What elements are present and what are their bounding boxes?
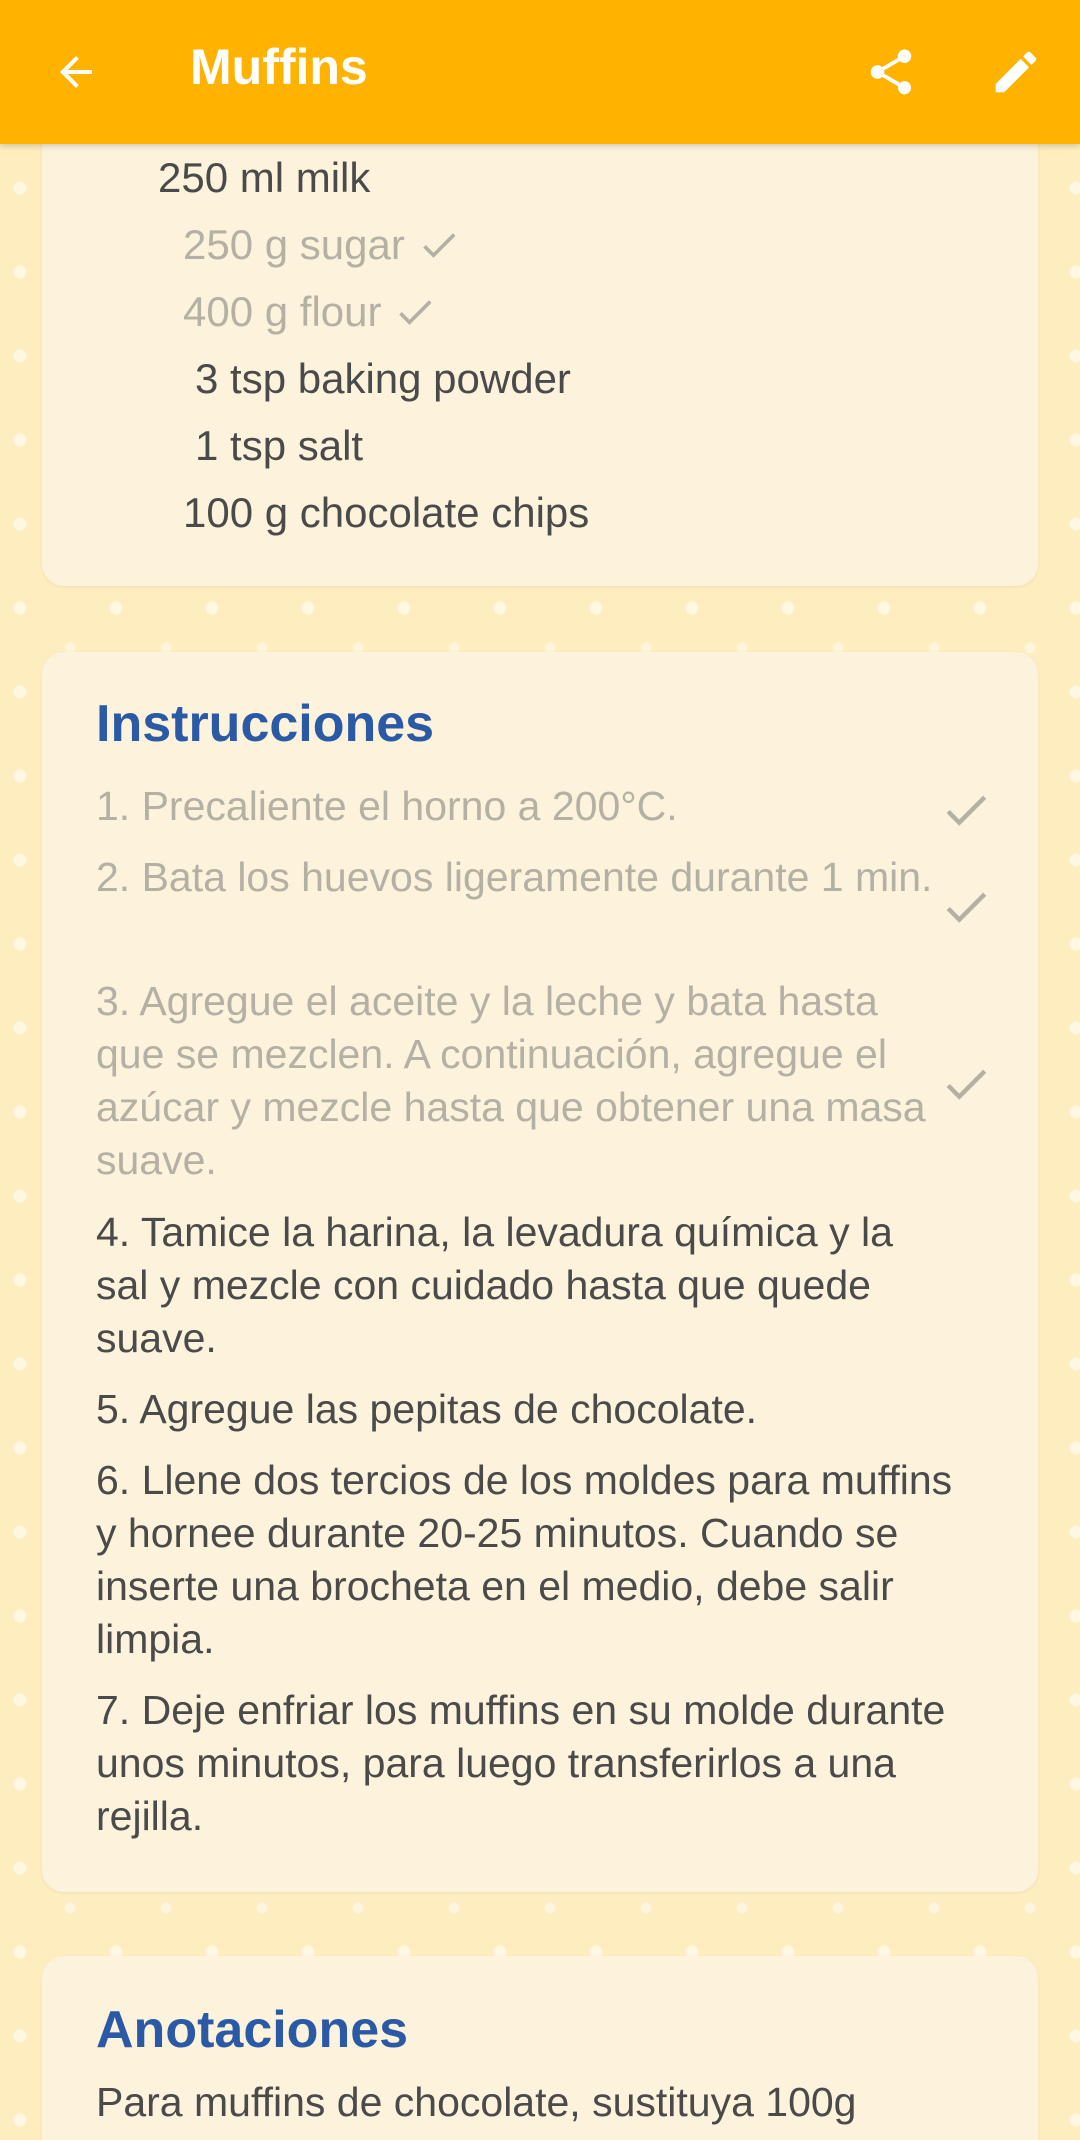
check-icon xyxy=(393,290,437,334)
instruction-step[interactable]: 4. Tamice la harina, la levadura química… xyxy=(96,1206,956,1365)
check-icon xyxy=(417,223,461,267)
check-icon xyxy=(938,782,994,838)
app-bar: Muffins xyxy=(0,0,1080,144)
ingredient-label: 250 ml milk xyxy=(158,154,371,201)
instruction-step[interactable]: 3. Agregue el aceite y la leche y bata h… xyxy=(96,975,956,1187)
ingredient-label: 250 g sugar xyxy=(183,221,405,268)
instruction-step[interactable]: 1. Precaliente el horno a 200°C. xyxy=(96,780,956,833)
instruction-step[interactable]: 5. Agregue las pepitas de chocolate. xyxy=(96,1383,956,1436)
page-title: Muffins xyxy=(190,39,368,95)
ingredients-card: 250 ml milk 250 g sugar 400 g flour 3 ts… xyxy=(42,120,1038,586)
ingredient-label: 400 g flour xyxy=(183,288,382,335)
instruction-step[interactable]: 2. Bata los huevos ligeramente durante 1… xyxy=(96,851,956,904)
notes-title: Anotaciones xyxy=(96,2001,409,2059)
edit-button[interactable] xyxy=(980,36,1052,108)
ingredient-item[interactable]: 100 g chocolate chips xyxy=(183,489,589,537)
pencil-icon xyxy=(995,51,1037,93)
ingredient-item[interactable]: 3 tsp baking powder xyxy=(195,355,571,403)
arrow-back-icon xyxy=(60,56,92,88)
share-icon xyxy=(870,49,912,95)
back-button[interactable] xyxy=(44,40,108,104)
share-button[interactable] xyxy=(855,36,927,108)
ingredient-item[interactable]: 250 ml milk xyxy=(158,154,370,202)
notes-text: Para muffins de chocolate, sustituya 100… xyxy=(96,2079,857,2125)
ingredient-item[interactable]: 400 g flour xyxy=(183,288,437,336)
check-icon xyxy=(938,879,994,935)
ingredient-label: 3 tsp baking powder xyxy=(195,355,571,402)
ingredient-label: 1 tsp salt xyxy=(195,422,364,469)
ingredient-item[interactable]: 1 tsp salt xyxy=(195,422,363,470)
instructions-card: Instrucciones 1. Precaliente el horno a … xyxy=(42,652,1038,1892)
ingredient-label: 100 g chocolate chips xyxy=(183,489,590,536)
ingredient-item[interactable]: 250 g sugar xyxy=(183,221,461,269)
instruction-step[interactable]: 6. Llene dos tercios de los moldes para … xyxy=(96,1454,956,1666)
check-icon xyxy=(938,1056,994,1112)
instructions-title: Instrucciones xyxy=(96,695,435,753)
notes-card: Anotaciones Para muffins de chocolate, s… xyxy=(42,1956,1038,2140)
instruction-step[interactable]: 7. Deje enfriar los muffins en su molde … xyxy=(96,1684,956,1843)
